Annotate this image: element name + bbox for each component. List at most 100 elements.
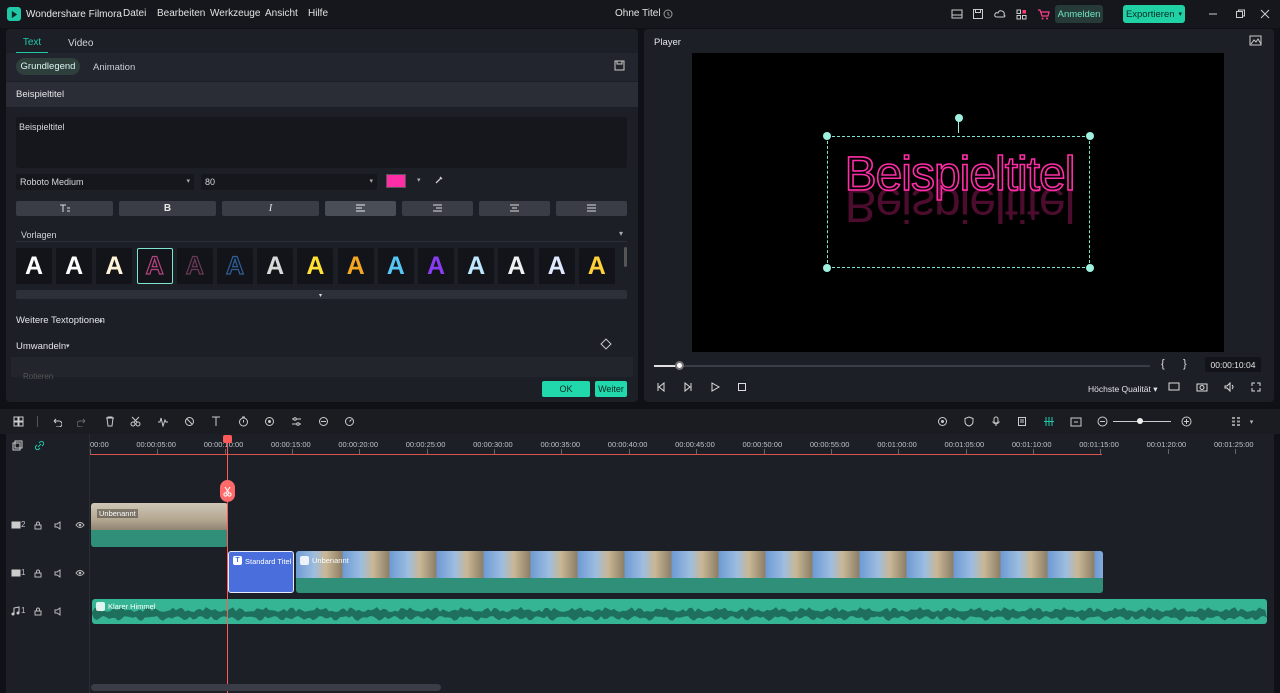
render-icon[interactable] [935, 414, 950, 429]
delete-icon[interactable] [102, 414, 117, 429]
subtab-animation[interactable]: Animation [93, 62, 135, 73]
text-style-button[interactable] [16, 201, 113, 216]
preview-title-text[interactable]: Beispieltitel [828, 147, 1091, 202]
document-info-icon[interactable] [660, 6, 676, 22]
align-right-button[interactable] [402, 201, 473, 216]
preset-expand-bar[interactable]: ▾ [16, 290, 627, 299]
menu-hilfe[interactable]: Hilfe [308, 8, 328, 19]
eye-icon[interactable] [75, 521, 85, 529]
eye-icon[interactable] [75, 569, 85, 577]
text-preset[interactable]: A [578, 248, 615, 284]
menu-datei[interactable]: Datei [123, 8, 146, 19]
stabilize-icon[interactable] [316, 414, 331, 429]
tab-video[interactable]: Video [68, 38, 93, 49]
speaker-icon[interactable] [54, 569, 63, 578]
shield-icon[interactable] [961, 414, 976, 429]
menu-bearbeiten[interactable]: Bearbeiten [157, 8, 205, 19]
lock-icon[interactable] [34, 607, 42, 616]
chevron-down-icon[interactable]: ▾ [1244, 414, 1259, 429]
title-text-input[interactable]: Beispieltitel [16, 117, 627, 168]
align-center-button[interactable] [479, 201, 550, 216]
bold-button[interactable]: B [119, 201, 216, 216]
text-preset[interactable]: A [176, 248, 213, 284]
text-preset[interactable]: A [377, 248, 414, 284]
text-preset[interactable]: A [96, 248, 133, 284]
menu-ansicht[interactable]: Ansicht [265, 8, 298, 19]
cart-icon[interactable] [1035, 6, 1051, 22]
video-clip-v2[interactable]: Unbenannt [91, 503, 228, 547]
timer-icon[interactable] [236, 414, 251, 429]
font-select[interactable]: Roboto Medium ▾ [16, 174, 194, 190]
zoom-in-icon[interactable] [1179, 414, 1194, 429]
keyframe-diamond-icon[interactable] [600, 338, 612, 350]
grid-view-icon[interactable] [1228, 414, 1243, 429]
video-clip-v1[interactable]: Unbenannt [296, 551, 1103, 593]
cloud-icon[interactable] [992, 6, 1008, 22]
speaker-icon[interactable] [54, 521, 63, 530]
speed-icon[interactable] [342, 414, 357, 429]
color-icon[interactable] [262, 414, 277, 429]
redo-icon[interactable] [75, 414, 90, 429]
login-button[interactable]: Anmelden [1055, 5, 1103, 23]
stop-icon[interactable] [737, 382, 747, 392]
text-tool-icon[interactable] [209, 414, 224, 429]
previous-frame-icon[interactable] [656, 382, 666, 392]
justify-button[interactable] [556, 201, 627, 216]
playhead-handle[interactable] [223, 435, 232, 443]
text-preset[interactable]: A [458, 248, 495, 284]
chevron-down-icon[interactable]: ▾ [417, 176, 421, 184]
resize-handle[interactable] [823, 264, 831, 272]
font-size-select[interactable]: 80 ▾ [201, 174, 377, 190]
next-button[interactable]: Weiter [595, 381, 627, 397]
presets-header[interactable]: Vorlagen ▾ [16, 226, 627, 242]
audio-clip[interactable]: Klarer Himmel [92, 599, 1267, 624]
audio-edit-icon[interactable] [155, 414, 170, 429]
progress-knob[interactable] [674, 361, 684, 370]
italic-button[interactable]: I [222, 201, 319, 216]
camera-icon[interactable] [1196, 382, 1208, 392]
eyedropper-icon[interactable] [434, 175, 444, 185]
text-preset[interactable]: A [257, 248, 294, 284]
text-preset[interactable]: A [16, 248, 52, 284]
mask-icon[interactable] [182, 414, 197, 429]
resize-handle[interactable] [1086, 264, 1094, 272]
tab-text[interactable]: Text [16, 32, 48, 54]
playhead[interactable] [227, 438, 228, 693]
align-left-button[interactable] [325, 201, 396, 216]
text-preset[interactable]: A [297, 248, 334, 284]
split-scissors-button[interactable] [220, 480, 235, 502]
export-button[interactable]: Exportieren ▾ [1123, 5, 1185, 23]
layout-grid-icon[interactable] [11, 414, 26, 429]
menu-werkzeuge[interactable]: Werkzeuge [210, 8, 260, 19]
zoom-slider-knob[interactable] [1137, 418, 1143, 424]
close-icon[interactable] [1257, 6, 1273, 22]
text-preset[interactable]: A [337, 248, 374, 284]
mark-in-icon[interactable]: { [1161, 358, 1165, 370]
voiceover-icon[interactable] [1014, 414, 1029, 429]
chevron-down-icon[interactable]: ▾ [66, 342, 70, 350]
microphone-icon[interactable] [988, 414, 1003, 429]
next-frame-icon[interactable] [683, 382, 693, 392]
vertical-scrollbar[interactable] [624, 247, 627, 267]
text-preset[interactable]: A [538, 248, 575, 284]
add-track-icon[interactable] [12, 440, 23, 451]
zoom-out-icon[interactable] [1095, 414, 1110, 429]
subtab-basic[interactable]: Grundlegend [16, 58, 80, 75]
save-preset-icon[interactable] [614, 60, 625, 71]
chevron-up-icon[interactable]: ▴ [99, 316, 103, 324]
snapshot-image-icon[interactable] [1249, 35, 1262, 46]
quality-select[interactable]: Höchste Qualität ▾ [1088, 384, 1157, 395]
transform-section[interactable]: Umwandeln [16, 341, 66, 352]
cut-icon[interactable] [128, 414, 143, 429]
lock-icon[interactable] [34, 569, 42, 578]
horizontal-scrollbar[interactable] [91, 684, 441, 691]
text-preset[interactable]: A [217, 248, 253, 284]
undo-icon[interactable] [49, 414, 64, 429]
ok-button[interactable]: OK [542, 381, 590, 397]
play-icon[interactable] [710, 382, 720, 392]
speaker-icon[interactable] [54, 607, 63, 616]
layout-icon[interactable] [949, 6, 965, 22]
maximize-icon[interactable] [1232, 6, 1248, 22]
fullscreen-icon[interactable] [1251, 382, 1261, 392]
display-icon[interactable] [1168, 382, 1180, 392]
